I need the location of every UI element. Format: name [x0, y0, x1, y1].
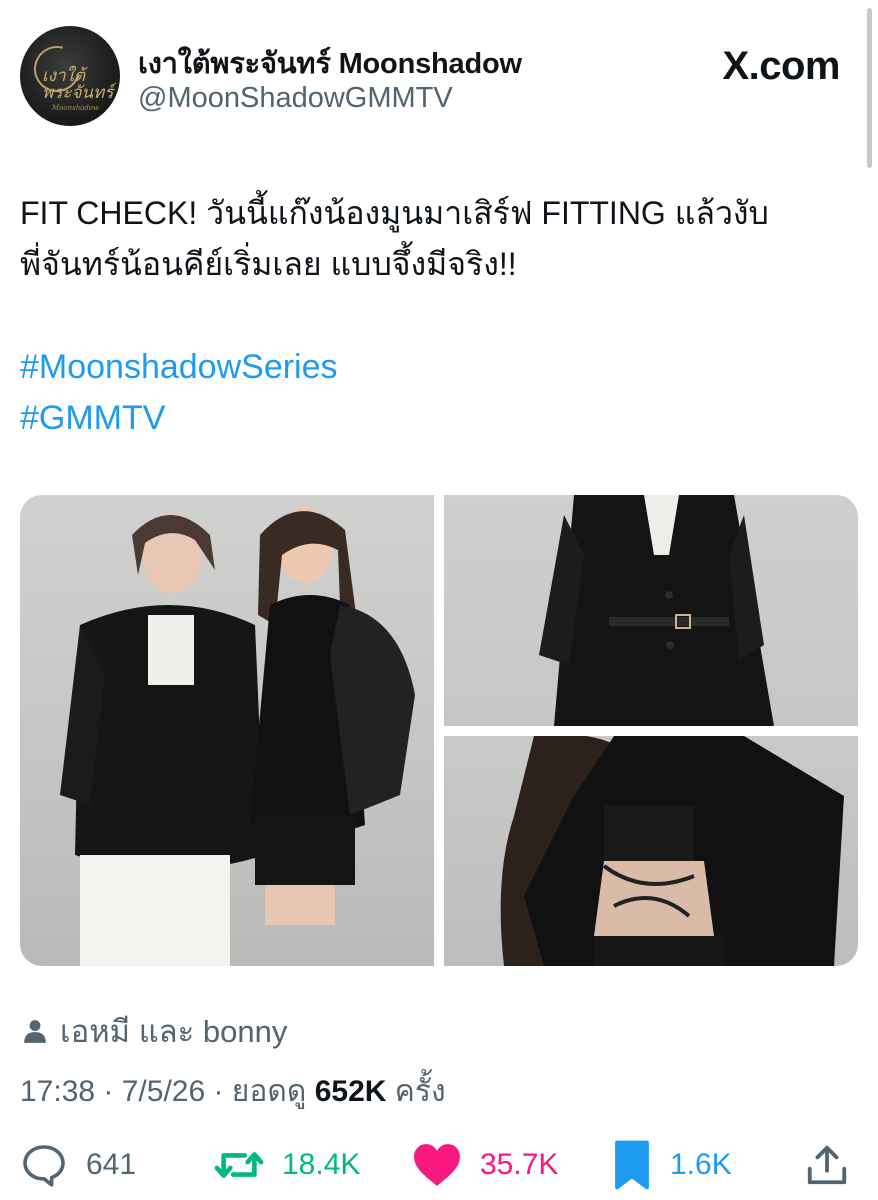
- share-button[interactable]: [804, 1138, 850, 1192]
- tagged-users[interactable]: เอหมี และ bonny: [22, 1006, 287, 1056]
- repost-count: 18.4K: [282, 1148, 361, 1181]
- bookmark-button[interactable]: 1.6K: [612, 1138, 732, 1192]
- reply-count: 641: [86, 1148, 137, 1181]
- x-brand-logo: X.com: [722, 44, 840, 88]
- photo-blazer-closeup[interactable]: [444, 495, 858, 726]
- repost-button[interactable]: 18.4K: [214, 1138, 360, 1192]
- tweet-page: เงาใต้พระจันทร์ Moonshadow เงาใต้พระจันท…: [0, 0, 878, 1200]
- photo-leather-jacket-closeup[interactable]: [444, 736, 858, 966]
- photo-two-women-in-black[interactable]: [20, 495, 434, 966]
- bookmark-icon: [615, 1140, 649, 1190]
- tweet-text: FIT CHECK! วันนี้แก๊งน้องมูนมาเสิร์ฟ FIT…: [20, 188, 865, 290]
- like-button[interactable]: 35.7K: [412, 1138, 558, 1192]
- hashtag-moonshadowseries[interactable]: #MoonshadowSeries: [20, 342, 338, 393]
- share-icon: [807, 1145, 847, 1185]
- views-count: 652K: [314, 1075, 387, 1108]
- scrollbar[interactable]: [867, 8, 872, 168]
- tweet-text-line-1: FIT CHECK! วันนี้แก๊งน้องมูนมาเสิร์ฟ FIT…: [20, 195, 769, 231]
- hashtags: #MoonshadowSeries #GMMTV: [20, 342, 338, 444]
- time-date-label[interactable]: 17:38 · 7/5/26 · ยอดดู: [20, 1075, 315, 1108]
- media-grid: [20, 495, 858, 966]
- hashtag-gmmtv[interactable]: #GMMTV: [20, 393, 338, 444]
- display-name[interactable]: เงาใต้พระจันทร์ Moonshadow: [138, 40, 522, 86]
- tweet-text-line-2: พี่จันทร์น้อนคีย์เริ่มเลย แบบจึ้งมีจริง!…: [20, 246, 517, 282]
- profile-avatar[interactable]: เงาใต้พระจันทร์ Moonshadow: [20, 26, 120, 126]
- like-count: 35.7K: [480, 1148, 559, 1181]
- timestamp: 17:38 · 7/5/26 · ยอดดู 652K ครั้ง: [20, 1068, 446, 1115]
- avatar-logo-text: เงาใต้พระจันทร์: [42, 66, 114, 103]
- avatar-logo-subtext: Moonshadow: [52, 104, 100, 112]
- repost-icon: [214, 1152, 264, 1178]
- reply-icon: [23, 1145, 65, 1187]
- reply-button[interactable]: 641: [20, 1138, 136, 1192]
- action-bar: 641 18.4K 35.7K 1.6K: [0, 1138, 878, 1192]
- tagged-users-label: เอหมี และ bonny: [60, 1014, 288, 1049]
- views-suffix: ครั้ง: [386, 1075, 446, 1108]
- bookmark-count: 1.6K: [670, 1148, 732, 1181]
- heart-icon: [414, 1144, 460, 1186]
- user-handle[interactable]: @MoonShadowGMMTV: [138, 82, 453, 115]
- person-icon: [24, 1020, 46, 1043]
